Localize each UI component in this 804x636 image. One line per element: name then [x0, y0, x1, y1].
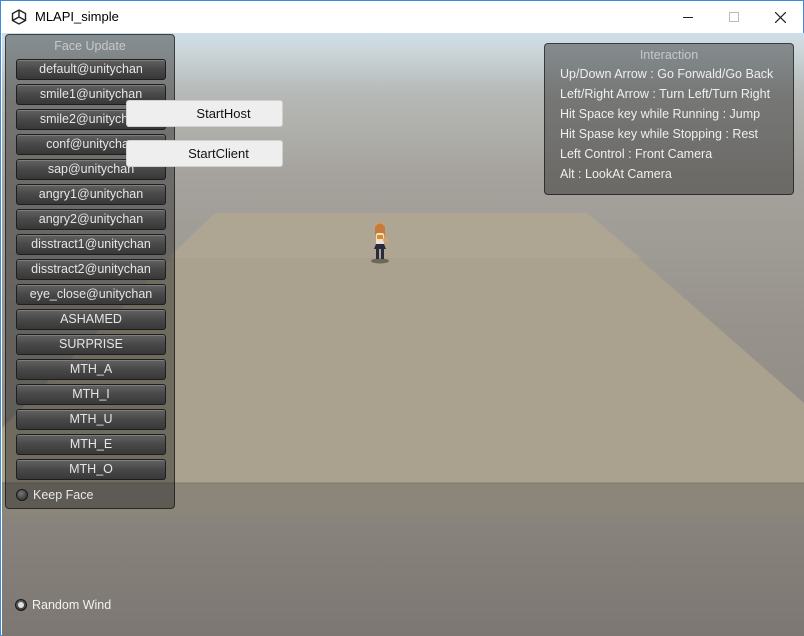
minimize-icon: [683, 17, 693, 18]
face-button-disstract2-unitychan[interactable]: disstract2@unitychan: [16, 259, 166, 280]
face-button-disstract1-unitychan[interactable]: disstract1@unitychan: [16, 234, 166, 255]
window-title: MLAPI_simple: [35, 9, 119, 24]
close-icon: [774, 11, 786, 23]
face-button-mth-u[interactable]: MTH_U: [16, 409, 166, 430]
interaction-line: Hit Space key while Running : Jump: [560, 107, 761, 121]
face-button-surprise[interactable]: SURPRISE: [16, 334, 166, 355]
game-viewport[interactable]: Face Update default@unitychan smile1@unit…: [2, 33, 804, 636]
face-button-mth-a[interactable]: MTH_A: [16, 359, 166, 380]
unitychan-character[interactable]: [365, 221, 395, 265]
face-button-ashamed[interactable]: ASHAMED: [16, 309, 166, 330]
face-button-mth-i[interactable]: MTH_I: [16, 384, 166, 405]
keep-face-label: Keep Face: [33, 488, 94, 502]
interaction-line: Left/Right Arrow : Turn Left/Turn Right: [560, 87, 771, 101]
interaction-line: Up/Down Arrow : Go Forwald/Go Back: [560, 67, 774, 81]
random-wind-radio[interactable]: [15, 599, 27, 611]
random-wind-label: Random Wind: [32, 598, 112, 612]
face-button-angry1-unitychan[interactable]: angry1@unitychan: [16, 184, 166, 205]
face-button-angry2-unitychan[interactable]: angry2@unitychan: [16, 209, 166, 230]
start-client-button[interactable]: StartClient: [126, 140, 283, 167]
random-wind-toggle[interactable]: Random Wind: [15, 598, 111, 612]
interaction-title: Interaction: [639, 48, 699, 62]
unity-logo-icon: [11, 9, 27, 25]
face-button-default-unitychan[interactable]: default@unitychan: [16, 59, 166, 80]
interaction-line: Left Control : Front Camera: [560, 147, 713, 161]
face-button-eye-close-unitychan[interactable]: eye_close@unitychan: [16, 284, 166, 305]
close-button[interactable]: [757, 1, 803, 33]
interaction-panel: Interaction Up/Down Arrow : Go Forwald/G…: [544, 43, 794, 195]
keep-face-toggle[interactable]: Keep Face: [16, 488, 93, 502]
app-window: MLAPI_simple Face Update default@unitych…: [0, 0, 804, 636]
maximize-button[interactable]: [711, 1, 757, 33]
face-button-mth-e[interactable]: MTH_E: [16, 434, 166, 455]
interaction-line: Alt : LookAt Camera: [560, 167, 672, 181]
face-button-mth-o[interactable]: MTH_O: [16, 459, 166, 480]
face-update-title: Face Update: [54, 39, 126, 53]
title-bar[interactable]: MLAPI_simple: [1, 1, 803, 33]
interaction-line: Hit Spase key while Stopping : Rest: [560, 127, 759, 141]
start-host-button[interactable]: StartHost: [126, 100, 283, 127]
keep-face-radio[interactable]: [16, 489, 28, 501]
minimize-button[interactable]: [665, 1, 711, 33]
maximize-icon: [729, 12, 739, 22]
